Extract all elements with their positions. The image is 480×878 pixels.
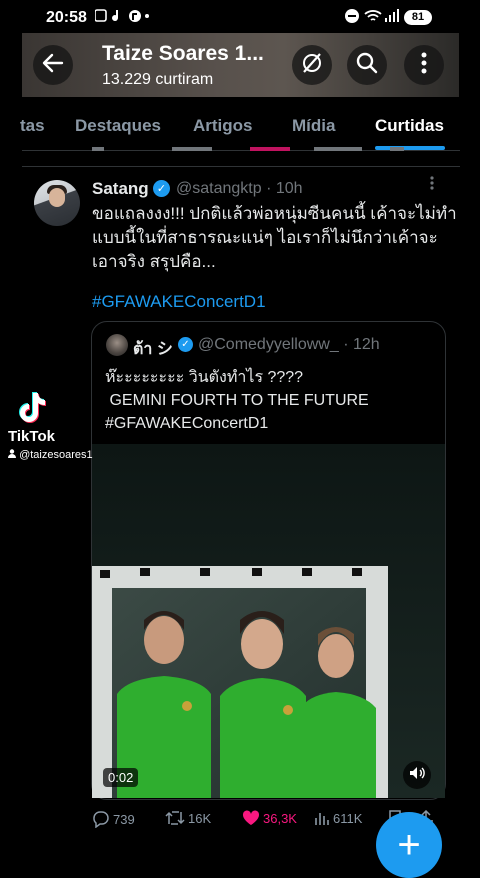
views-count: 611K	[333, 810, 363, 826]
mute-button[interactable]	[403, 761, 431, 789]
plus-icon: +	[397, 822, 421, 867]
retweet-button[interactable]: 16K	[165, 810, 211, 826]
back-button[interactable]	[33, 45, 73, 85]
compose-button[interactable]: +	[376, 812, 442, 878]
tweet-text: ขอแถลงงง!!! ปกติแล้วพ่อหนุ่มซีนคนนี้ เค้…	[92, 204, 457, 271]
reply-icon	[93, 811, 109, 828]
tab-media[interactable]: Mídia	[292, 116, 335, 136]
signal-icon	[384, 9, 400, 26]
like-button[interactable]: 36,3K	[242, 810, 297, 826]
dnd-icon	[345, 9, 359, 26]
tab-likes[interactable]: Curtidas	[375, 116, 444, 136]
user-icon	[8, 449, 16, 458]
retweet-count: 16K	[188, 810, 212, 826]
like-count: 36,3K	[263, 810, 297, 826]
more-vertical-icon	[421, 52, 427, 79]
search-icon	[356, 52, 378, 79]
likes-count: 13.229 curtiram	[102, 71, 214, 88]
battery-indicator: 81	[404, 10, 432, 25]
tab-posts[interactable]: tas	[20, 116, 45, 136]
quote-author-handle: @Comedyyelloww_ · 12h	[198, 336, 380, 353]
arrow-left-icon	[42, 52, 64, 79]
video-frame	[92, 444, 445, 798]
grok-icon	[300, 51, 324, 80]
verified-badge-icon: ✓	[178, 337, 193, 352]
status-time: 20:58	[46, 9, 87, 26]
notification-icon	[94, 9, 149, 26]
grok-button[interactable]	[292, 45, 332, 85]
speaker-icon	[409, 766, 425, 785]
previous-tweet-actions	[92, 146, 452, 156]
more-vertical-icon	[430, 176, 434, 190]
tiktok-brand: TikTok	[8, 428, 55, 445]
verified-badge-icon: ✓	[153, 180, 170, 197]
tiktok-username: @taizesoares1	[8, 449, 93, 461]
profile-title: Taize Soares 1...	[102, 42, 264, 65]
quote-author-name: ต้า シ	[133, 341, 173, 358]
more-button[interactable]	[404, 45, 444, 85]
retweet-icon	[165, 811, 185, 825]
heart-filled-icon	[242, 810, 260, 825]
tab-articles[interactable]: Artigos	[193, 116, 253, 136]
tweet-divider	[22, 166, 460, 167]
tweet-more-button[interactable]	[430, 176, 434, 190]
views-icon	[315, 813, 329, 825]
tweet-author-handle: @satangktp · 10h	[176, 180, 303, 197]
search-button[interactable]	[347, 45, 387, 85]
wifi-icon	[364, 9, 382, 26]
tab-highlights[interactable]: Destaques	[75, 116, 161, 136]
quote-text: ห๊ะะะะะะะะ วินตังทำไร ???? GEMINI FOURTH…	[105, 369, 369, 432]
reply-button[interactable]: 739	[92, 810, 135, 828]
tweet-author-name[interactable]: Satang	[92, 179, 149, 199]
video-duration: 0:02	[103, 768, 139, 787]
tweet-time: · 10h	[266, 180, 303, 197]
profile-tabs: tas Destaques Artigos Mídia Curtidas	[0, 110, 480, 148]
tweet-hashtag[interactable]: #GFAWAKEConcertD1	[92, 292, 266, 312]
views-button[interactable]: 611K	[314, 810, 362, 826]
quote-video[interactable]	[92, 444, 445, 798]
tiktok-logo-icon	[18, 390, 50, 429]
avatar[interactable]	[34, 180, 80, 226]
status-bar: 20:58 81	[0, 0, 480, 34]
quote-avatar	[106, 334, 128, 356]
reply-count: 739	[113, 811, 135, 827]
